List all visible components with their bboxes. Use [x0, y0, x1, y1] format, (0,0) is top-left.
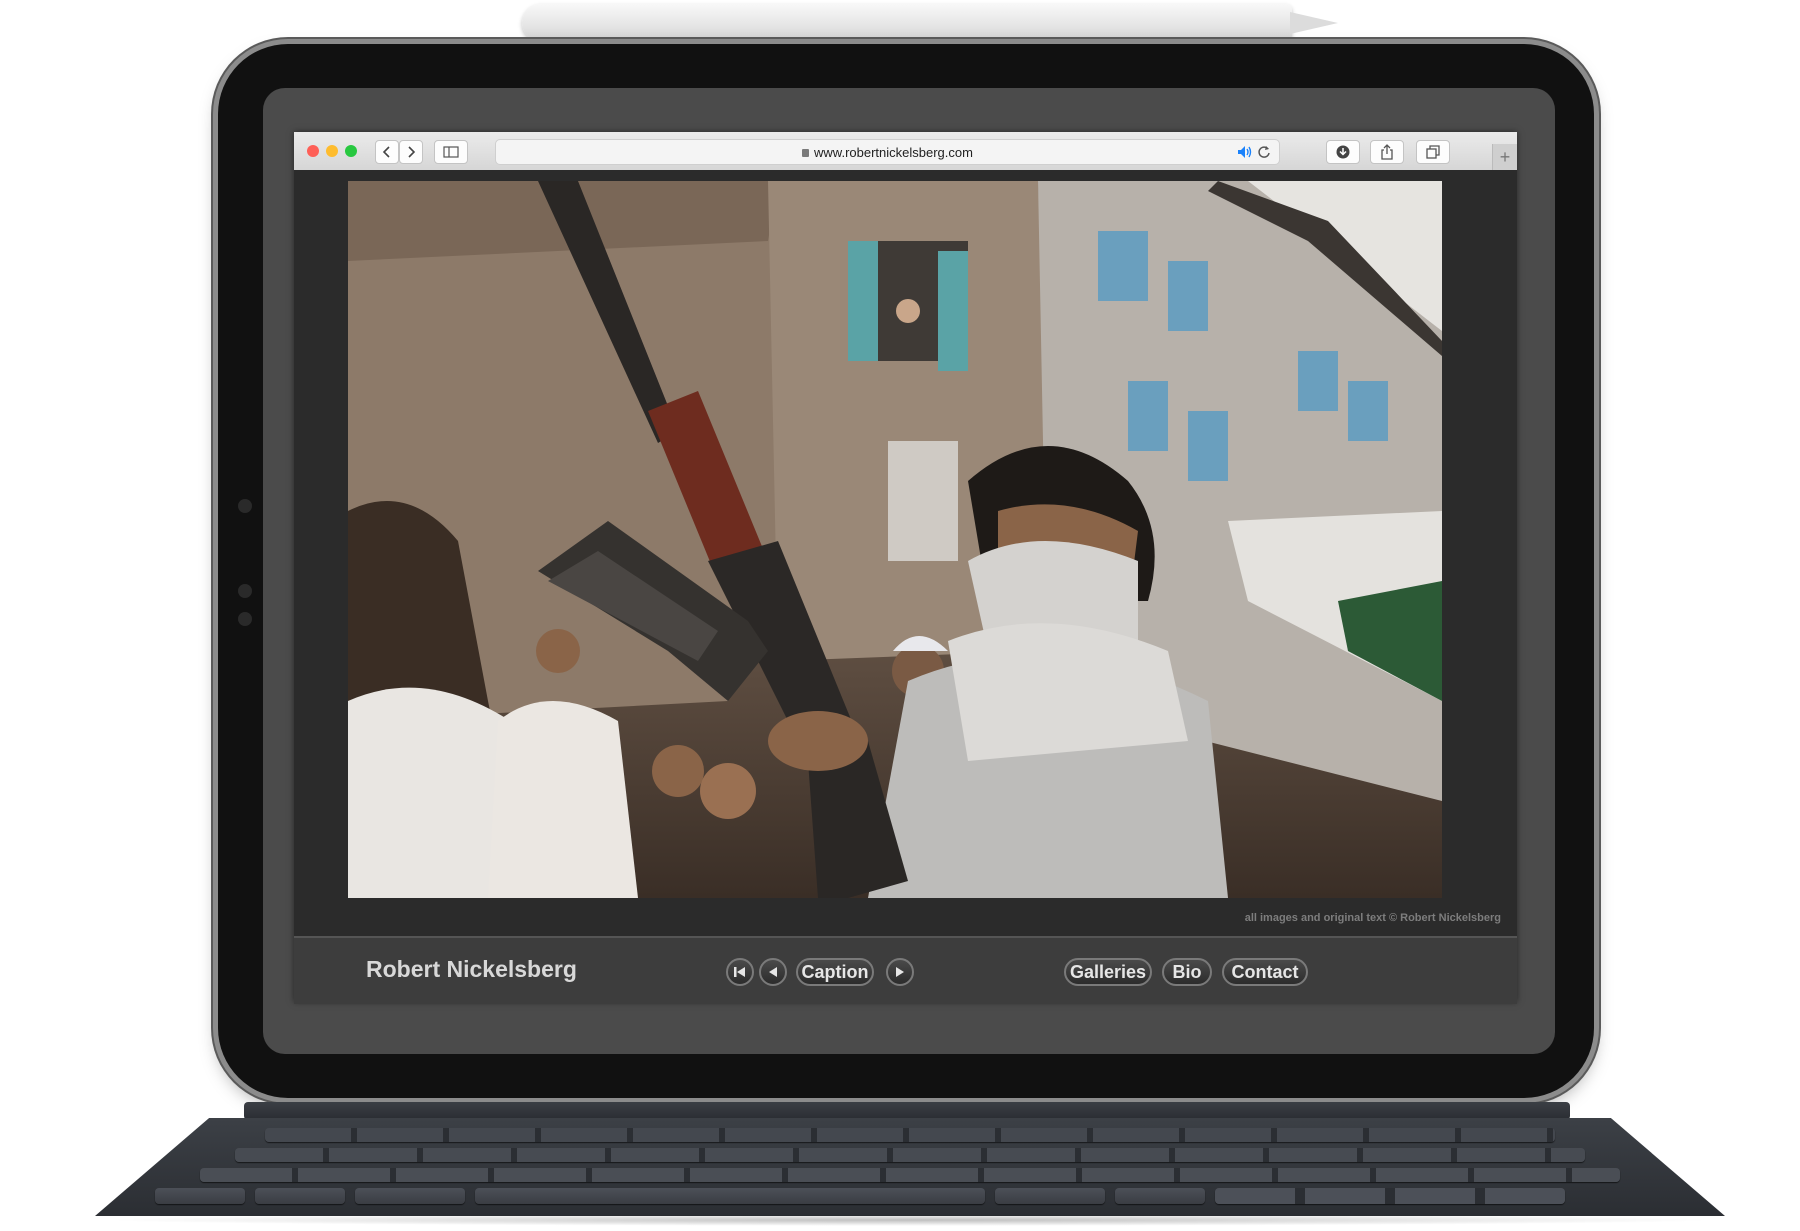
key-option	[255, 1188, 345, 1204]
lock-icon	[802, 149, 810, 157]
gallery-navbar: Robert Nickelsberg Caption Galleries Bio…	[294, 936, 1517, 1004]
browser-toolbar: www.robertnickelsberg.com +	[294, 132, 1517, 171]
sidebar-button[interactable]	[434, 140, 468, 164]
keyboard-arrow-keys	[1215, 1188, 1565, 1204]
download-icon	[1336, 145, 1350, 159]
ipad-device: www.robertnickelsberg.com + all images a…	[218, 44, 1594, 1098]
pencil-body	[522, 4, 1292, 42]
gallery-photo[interactable]	[348, 181, 1442, 898]
download-button[interactable]	[1326, 140, 1360, 164]
web-page: all images and original text © Robert Ni…	[294, 170, 1517, 1004]
prev-icon	[769, 967, 777, 977]
speaker-icon[interactable]	[1237, 145, 1253, 159]
url-display: www.robertnickelsberg.com	[496, 145, 1279, 160]
keyboard-row-home	[200, 1168, 1620, 1182]
next-icon	[896, 967, 904, 977]
forward-button[interactable]	[399, 140, 423, 164]
show-tabs-button[interactable]	[1416, 140, 1450, 164]
back-button[interactable]	[375, 140, 399, 164]
minimize-window-button[interactable]	[326, 145, 338, 157]
key-control	[155, 1188, 245, 1204]
back-icon	[382, 146, 390, 158]
zoom-window-button[interactable]	[345, 145, 357, 157]
first-icon	[734, 967, 745, 977]
copyright-notice: all images and original text © Robert Ni…	[1244, 912, 1501, 924]
new-tab-button[interactable]: +	[1492, 144, 1517, 170]
key-command-right	[995, 1188, 1105, 1204]
first-image-button[interactable]	[726, 958, 754, 986]
site-title[interactable]: Robert Nickelsberg	[366, 956, 577, 983]
forward-icon	[408, 146, 416, 158]
nav-bio[interactable]: Bio	[1162, 958, 1212, 986]
url-text: www.robertnickelsberg.com	[814, 145, 973, 160]
previous-image-button[interactable]	[759, 958, 787, 986]
ipad-screen: www.robertnickelsberg.com + all images a…	[263, 88, 1555, 1054]
browser-window: www.robertnickelsberg.com + all images a…	[294, 132, 1517, 1004]
reload-icon[interactable]	[1257, 145, 1271, 159]
share-button[interactable]	[1370, 140, 1404, 164]
key-command	[355, 1188, 465, 1204]
keyboard-shadow	[100, 1214, 1720, 1226]
address-bar[interactable]: www.robertnickelsberg.com	[495, 139, 1280, 165]
nav-galleries[interactable]: Galleries	[1064, 958, 1152, 986]
magnet-dot	[238, 584, 252, 598]
sidebar-icon	[443, 146, 459, 158]
caption-button[interactable]: Caption	[796, 958, 874, 986]
photo-illustration	[348, 181, 1442, 898]
share-icon	[1381, 144, 1393, 160]
smart-keyboard	[95, 1118, 1725, 1216]
tabs-icon	[1426, 145, 1440, 159]
keyboard-hinge	[244, 1102, 1570, 1120]
nav-contact[interactable]: Contact	[1222, 958, 1308, 986]
keyboard-row-numbers	[265, 1128, 1555, 1142]
close-window-button[interactable]	[307, 145, 319, 157]
pencil-tip	[1290, 12, 1338, 34]
key-space	[475, 1188, 985, 1204]
key-option-right	[1115, 1188, 1205, 1204]
keyboard-row-qwerty	[235, 1148, 1585, 1162]
magnet-dot	[238, 499, 252, 513]
magnet-dot	[238, 612, 252, 626]
next-image-button[interactable]	[886, 958, 914, 986]
